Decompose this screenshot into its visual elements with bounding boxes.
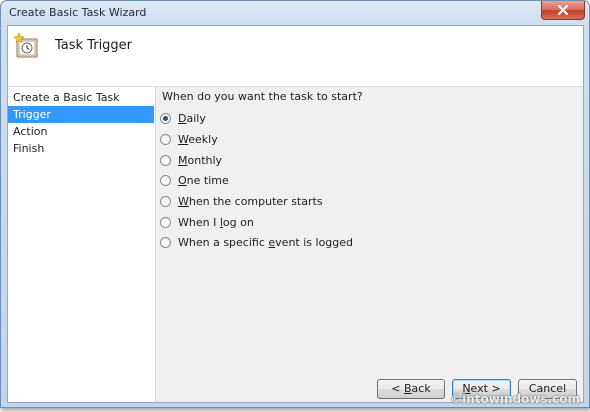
radio-button[interactable] bbox=[160, 154, 171, 166]
sidebar-item-action[interactable]: Action bbox=[8, 123, 154, 140]
radio-label-computer-starts: When the computer starts bbox=[178, 194, 323, 208]
scheduled-task-icon bbox=[13, 32, 38, 58]
window-title: Create Basic Task Wizard bbox=[9, 6, 147, 19]
trigger-options-panel: When do you want the task to start? Dail… bbox=[156, 87, 583, 402]
radio-daily[interactable]: Daily bbox=[160, 110, 206, 126]
wizard-steps-sidebar: Create a Basic Task Trigger Action Finis… bbox=[8, 87, 156, 402]
radio-label-weekly: Weekly bbox=[178, 132, 218, 146]
close-icon bbox=[557, 5, 569, 15]
sidebar-item-finish[interactable]: Finish bbox=[8, 140, 154, 157]
wizard-window: Create Basic Task Wizard Task Trigger Cr… bbox=[0, 0, 590, 408]
radio-button[interactable] bbox=[160, 216, 171, 228]
radio-label-one-time: One time bbox=[178, 173, 229, 187]
radio-event-logged[interactable]: When a specific event is logged bbox=[160, 234, 353, 250]
radio-weekly[interactable]: Weekly bbox=[160, 131, 218, 147]
sidebar-item-label: Action bbox=[13, 125, 48, 138]
wizard-client-area: Task Trigger Create a Basic Task Trigger… bbox=[7, 25, 584, 403]
radio-label-daily: Daily bbox=[178, 111, 206, 125]
sidebar-item-label: Finish bbox=[13, 142, 45, 155]
close-button[interactable] bbox=[541, 1, 585, 20]
sidebar-item-create-basic-task[interactable]: Create a Basic Task bbox=[8, 89, 154, 106]
trigger-question: When do you want the task to start? bbox=[162, 90, 363, 103]
radio-button-checked[interactable] bbox=[160, 112, 171, 124]
radio-button[interactable] bbox=[160, 195, 171, 207]
title-bar[interactable]: Create Basic Task Wizard bbox=[1, 1, 589, 25]
radio-log-on[interactable]: When I log on bbox=[160, 214, 254, 230]
radio-label-event-logged: When a specific event is logged bbox=[178, 235, 354, 249]
back-button[interactable]: < Back bbox=[377, 379, 445, 399]
watermark: ©intowindows.com bbox=[450, 392, 580, 406]
radio-label-log-on: When I log on bbox=[178, 215, 254, 229]
radio-one-time[interactable]: One time bbox=[160, 172, 229, 188]
radio-button[interactable] bbox=[160, 236, 171, 248]
sidebar-item-label: Trigger bbox=[13, 108, 51, 121]
radio-computer-starts[interactable]: When the computer starts bbox=[160, 193, 323, 209]
sidebar-item-trigger[interactable]: Trigger bbox=[8, 106, 154, 123]
radio-button[interactable] bbox=[160, 133, 171, 145]
wizard-header: Task Trigger bbox=[8, 26, 583, 87]
page-title: Task Trigger bbox=[55, 38, 133, 53]
sidebar-item-label: Create a Basic Task bbox=[13, 91, 120, 104]
radio-label-monthly: Monthly bbox=[178, 153, 223, 167]
radio-button[interactable] bbox=[160, 174, 171, 186]
radio-monthly[interactable]: Monthly bbox=[160, 152, 222, 168]
